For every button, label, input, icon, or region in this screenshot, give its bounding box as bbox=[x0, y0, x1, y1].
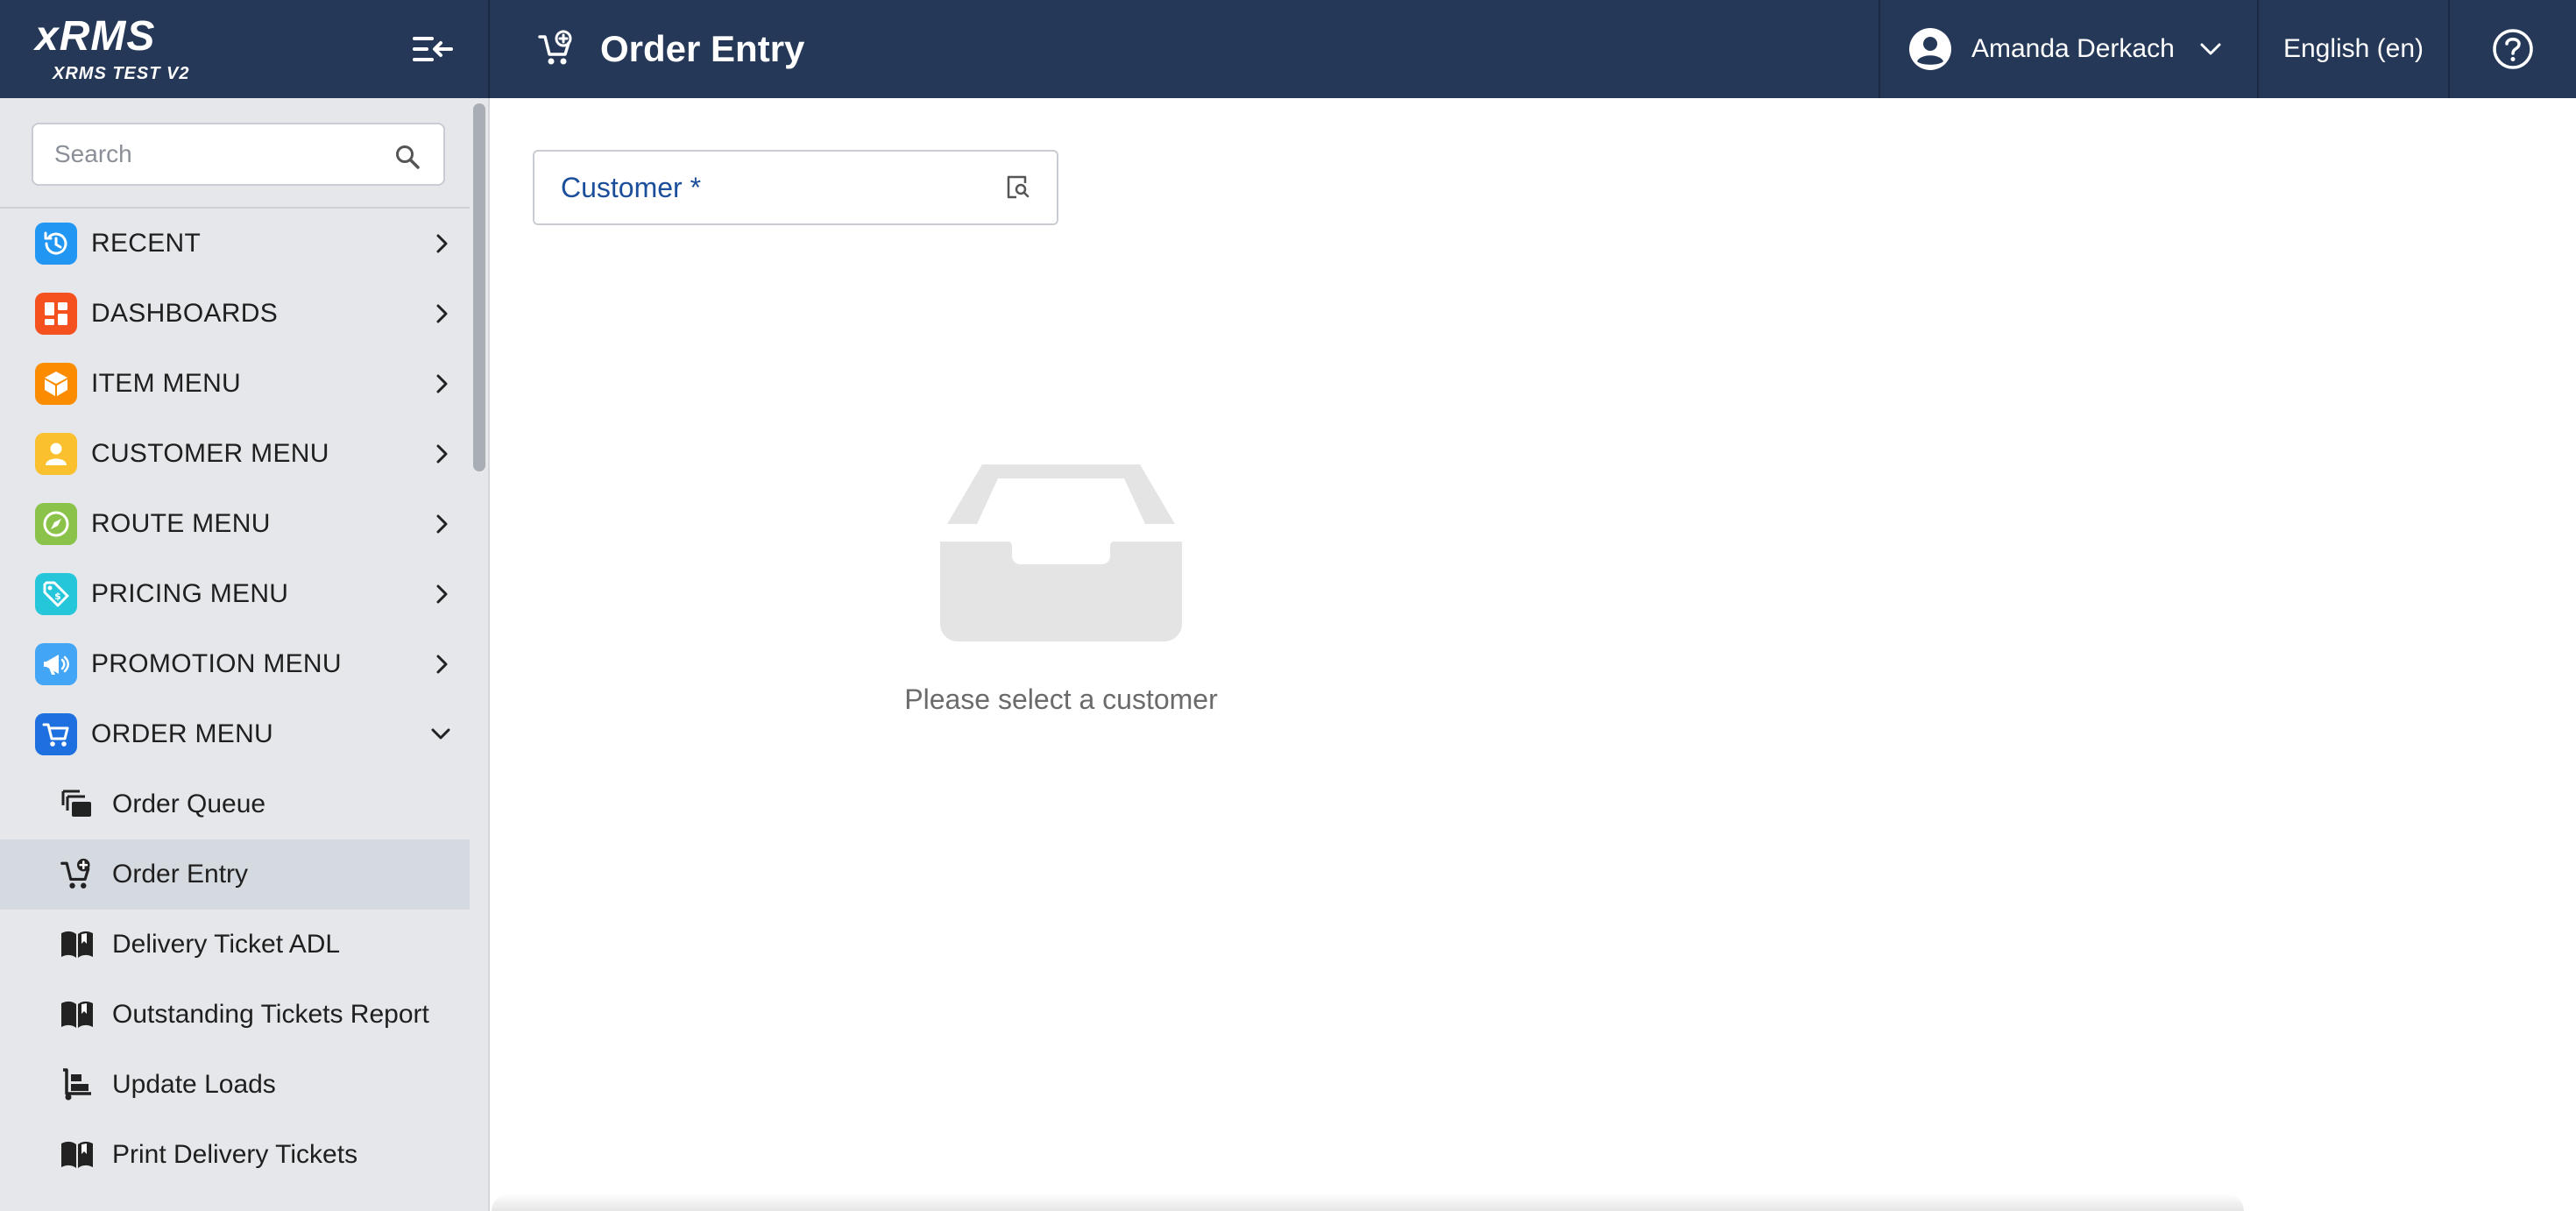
help-button[interactable] bbox=[2448, 0, 2576, 98]
collapse-menu-icon bbox=[413, 37, 453, 61]
chevron-right-icon bbox=[436, 655, 448, 674]
main-content: Customer * Please select a customer bbox=[492, 98, 2576, 1211]
sidebar-subitem-order-entry[interactable]: Order Entry bbox=[0, 839, 470, 910]
brand-area: xRMS XRMS TEST V2 bbox=[0, 0, 490, 98]
sidebar-item-recent[interactable]: RECENT bbox=[0, 209, 470, 279]
customer-field-label: Customer * bbox=[561, 171, 702, 203]
empty-state-message: Please select a customer bbox=[904, 683, 1218, 715]
search-document-icon[interactable] bbox=[1006, 174, 1030, 201]
queue-icon bbox=[58, 785, 96, 824]
collapse-sidebar-button[interactable] bbox=[407, 28, 457, 70]
search-input[interactable] bbox=[33, 128, 375, 181]
empty-state: Please select a customer bbox=[492, 457, 1631, 716]
sidebar-subitem-outstanding-tickets-report[interactable]: Outstanding Tickets Report bbox=[0, 980, 470, 1050]
dolly-icon bbox=[58, 1066, 96, 1104]
sidebar-subitem-print-delivery-tickets[interactable]: Print Delivery Tickets bbox=[0, 1120, 470, 1190]
compass-icon bbox=[35, 503, 77, 545]
chevron-right-icon bbox=[436, 514, 448, 534]
customer-select-field[interactable]: Customer * bbox=[533, 150, 1058, 225]
sidebar-item-pricing-menu[interactable]: $ PRICING MENU bbox=[0, 559, 470, 629]
sidebar-scrollbar[interactable] bbox=[473, 103, 485, 471]
page-header: Order Entry bbox=[490, 0, 1879, 98]
chevron-down-icon bbox=[431, 728, 450, 740]
sidebar-subitem-label: Print Delivery Tickets bbox=[112, 1140, 358, 1169]
book-icon bbox=[58, 1136, 96, 1174]
bottom-shadow bbox=[492, 1193, 2244, 1211]
sidebar-item-label: PRICING MENU bbox=[91, 579, 289, 608]
book-icon bbox=[58, 995, 96, 1034]
page-title: Order Entry bbox=[600, 28, 805, 69]
sidebar-item-label: PROMOTION MENU bbox=[91, 649, 342, 678]
sidebar-subitem-label: Order Entry bbox=[112, 860, 249, 889]
sidebar-item-route-menu[interactable]: ROUTE MENU bbox=[0, 489, 470, 559]
box-icon bbox=[35, 363, 77, 405]
sidebar-subitem-update-loads[interactable]: Update Loads bbox=[0, 1050, 470, 1120]
empty-inbox-icon bbox=[940, 464, 1182, 641]
sidebar-item-dashboards[interactable]: DASHBOARDS bbox=[0, 279, 470, 349]
sidebar-item-label: RECENT bbox=[91, 229, 202, 258]
sidebar-item-item-menu[interactable]: ITEM MENU bbox=[0, 349, 470, 419]
chevron-right-icon bbox=[436, 234, 448, 253]
history-icon bbox=[35, 223, 77, 265]
sidebar-nav: RECENT DASHBOARDS ITEM MENU CUSTOMER MEN… bbox=[0, 209, 470, 1190]
cart-add-icon bbox=[535, 28, 577, 70]
brand-logo[interactable]: xRMS bbox=[35, 12, 155, 60]
sidebar-item-label: CUSTOMER MENU bbox=[91, 439, 329, 468]
sidebar-item-label: ROUTE MENU bbox=[91, 509, 271, 538]
price-tag-icon: $ bbox=[35, 573, 77, 615]
chevron-right-icon bbox=[436, 374, 448, 393]
person-icon bbox=[35, 433, 77, 475]
sidebar-item-promotion-menu[interactable]: PROMOTION MENU bbox=[0, 629, 470, 699]
chevron-right-icon bbox=[436, 584, 448, 604]
cart-add-icon bbox=[58, 855, 96, 894]
search-icon[interactable] bbox=[394, 144, 421, 170]
environment-label: XRMS TEST V2 bbox=[53, 64, 190, 83]
sidebar-subitem-delivery-ticket-adl[interactable]: Delivery Ticket ADL bbox=[0, 910, 470, 980]
chevron-right-icon bbox=[436, 304, 448, 323]
sidebar-item-customer-menu[interactable]: CUSTOMER MENU bbox=[0, 419, 470, 489]
sidebar-item-label: ORDER MENU bbox=[91, 719, 274, 748]
megaphone-icon bbox=[35, 643, 77, 685]
sidebar-item-label: DASHBOARDS bbox=[91, 299, 279, 328]
language-selector[interactable]: English (en) bbox=[2257, 0, 2448, 98]
sidebar-item-order-menu[interactable]: ORDER MENU bbox=[0, 699, 470, 769]
cart-icon bbox=[35, 713, 77, 755]
help-icon bbox=[2493, 29, 2533, 69]
dashboard-icon bbox=[35, 293, 77, 335]
top-bar: xRMS XRMS TEST V2 Order Entry Amanda Der… bbox=[0, 0, 2576, 98]
chevron-down-icon bbox=[2200, 43, 2221, 55]
account-circle-icon bbox=[1909, 28, 1951, 70]
book-icon bbox=[58, 925, 96, 964]
language-label: English (en) bbox=[2282, 34, 2424, 63]
sidebar-subitem-label: Outstanding Tickets Report bbox=[112, 1000, 429, 1029]
sidebar-subitem-label: Delivery Ticket ADL bbox=[112, 930, 341, 959]
user-menu[interactable]: Amanda Derkach bbox=[1879, 0, 2257, 98]
sidebar-subitem-label: Order Queue bbox=[112, 790, 266, 818]
svg-text:$: $ bbox=[54, 591, 61, 602]
user-name: Amanda Derkach bbox=[1971, 34, 2175, 63]
sidebar-subitem-label: Update Loads bbox=[112, 1070, 276, 1099]
sidebar: RECENT DASHBOARDS bbox=[0, 98, 490, 1211]
sidebar-item-label: ITEM MENU bbox=[91, 369, 242, 398]
chevron-right-icon bbox=[436, 444, 448, 464]
sidebar-search bbox=[32, 123, 445, 186]
sidebar-subitem-order-queue[interactable]: Order Queue bbox=[0, 769, 470, 839]
